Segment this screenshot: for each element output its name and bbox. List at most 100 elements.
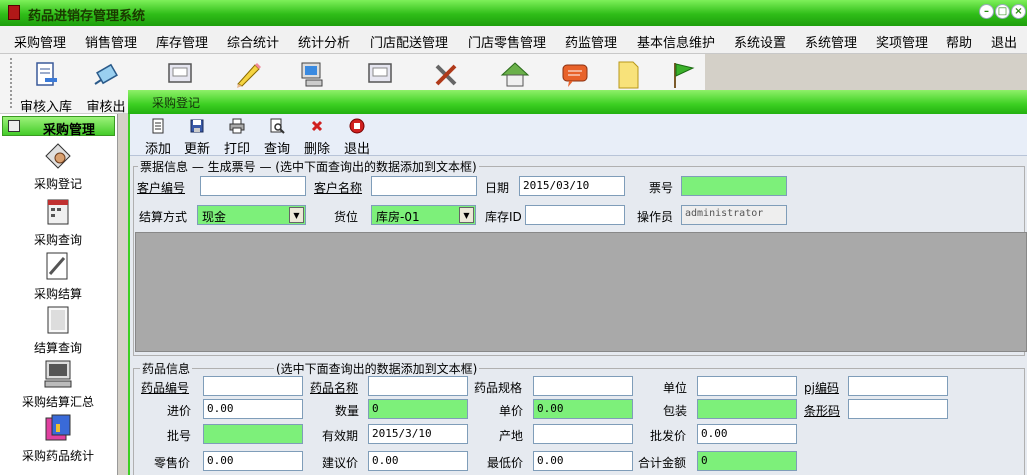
location-select[interactable]: 库房-01 ▼ xyxy=(371,205,476,225)
menu-stats[interactable]: 综合统计 xyxy=(227,32,279,51)
maximize-button[interactable]: □ xyxy=(995,4,1010,19)
drug-spec-field[interactable] xyxy=(533,376,633,396)
date-field[interactable]: 2015/03/10 xyxy=(519,176,625,196)
calendar-icon xyxy=(47,199,69,225)
customer-code-field[interactable] xyxy=(200,176,306,196)
sidebar-header[interactable]: 采购管理 xyxy=(2,116,115,138)
package-label: 包装 xyxy=(663,404,688,418)
sidebar: 采购管理 采购登记 采购查询 采购结算 结算查询 采购结算汇总 采购药品统计 xyxy=(0,114,118,475)
sidebar-item-settle-summary[interactable]: 采购结算汇总 xyxy=(0,358,116,412)
house-icon xyxy=(500,62,530,87)
min-price-field[interactable]: 0.00 xyxy=(533,451,633,471)
stop-icon xyxy=(349,118,365,134)
update-button[interactable]: 更新 xyxy=(177,118,217,157)
pen-paper-icon xyxy=(46,252,68,280)
customer-code-label: 客户编号 xyxy=(137,181,186,195)
wholesale-price-field[interactable]: 0.00 xyxy=(697,424,797,444)
drug-code-field[interactable] xyxy=(203,376,303,396)
minimize-button[interactable]: – xyxy=(979,4,994,19)
menu-system-settings[interactable]: 系统设置 xyxy=(734,32,786,51)
chevron-down-icon[interactable]: ▼ xyxy=(289,207,304,223)
drug-code-label: 药品编号 xyxy=(141,381,190,395)
unit-price-field[interactable]: 0.00 xyxy=(533,399,633,419)
batch-field[interactable] xyxy=(203,424,303,444)
customer-name-field[interactable] xyxy=(371,176,477,196)
settle-method-select[interactable]: 现金 ▼ xyxy=(197,205,306,225)
total-amount-field[interactable]: 0 xyxy=(697,451,797,471)
save-icon xyxy=(190,119,204,133)
menu-awards[interactable]: 奖项管理 xyxy=(876,32,928,51)
menu-store-delivery[interactable]: 门店配送管理 xyxy=(370,32,448,51)
menu-sales[interactable]: 销售管理 xyxy=(85,32,137,51)
package-field[interactable] xyxy=(697,399,797,419)
form-content: 票据信息 — 生成票号 — (选中下面查询出的数据添加到文本框) 客户编号 客户… xyxy=(130,156,1027,475)
expiry-field[interactable]: 2015/3/10 xyxy=(368,424,468,444)
total-amount-label: 合计金额 xyxy=(638,456,687,470)
monitor-icon xyxy=(168,63,192,83)
stock-id-label: 库存ID xyxy=(485,210,522,224)
hand-document-icon xyxy=(45,143,71,169)
print-button[interactable]: 打印 xyxy=(217,118,257,157)
stock-id-field[interactable] xyxy=(525,205,625,225)
subwindow-title: 采购登记 xyxy=(152,96,201,110)
quantity-field[interactable]: 0 xyxy=(368,399,468,419)
chat-bubble-icon xyxy=(562,64,588,87)
add-button[interactable]: 添加 xyxy=(138,118,178,157)
drug-spec-label: 药品规格 xyxy=(474,381,523,395)
data-grid[interactable] xyxy=(135,232,1027,352)
menu-bar: 采购管理 销售管理 库存管理 综合统计 统计分析 门店配送管理 门店零售管理 药… xyxy=(0,26,1027,54)
operator-field: administrator xyxy=(681,205,787,225)
delete-button[interactable]: 删除 xyxy=(297,118,337,157)
pj-code-field[interactable] xyxy=(848,376,948,396)
wrench-icon xyxy=(435,64,457,86)
new-document-icon xyxy=(152,118,164,134)
chevron-down-icon[interactable]: ▼ xyxy=(459,207,474,223)
toolbar-grip xyxy=(10,58,12,108)
expiry-label: 有效期 xyxy=(322,429,359,443)
batch-label: 批号 xyxy=(167,429,192,443)
unit-label: 单位 xyxy=(663,381,688,395)
sidebar-item-purchase-register[interactable]: 采购登记 xyxy=(0,140,116,194)
flag-icon xyxy=(674,63,695,88)
unit-field[interactable] xyxy=(697,376,797,396)
delete-x-icon xyxy=(311,120,323,132)
ticket-no-field[interactable] xyxy=(681,176,787,196)
origin-field[interactable] xyxy=(533,424,633,444)
menu-store-retail[interactable]: 门店零售管理 xyxy=(468,32,546,51)
drug-name-field[interactable] xyxy=(368,376,468,396)
sidebar-item-settle-query[interactable]: 结算查询 xyxy=(0,304,116,358)
audit-outbound-button[interactable]: 审核出 xyxy=(76,58,136,115)
min-price-label: 最低价 xyxy=(487,456,524,470)
settle-method-label: 结算方式 xyxy=(139,210,188,224)
menu-supervision[interactable]: 药监管理 xyxy=(565,32,617,51)
sidebar-item-drug-stats[interactable]: 采购药品统计 xyxy=(0,412,116,466)
document-edit-icon xyxy=(36,62,57,86)
audit-inbound-button[interactable]: 审核入库 xyxy=(16,58,76,115)
sidebar-item-purchase-settle[interactable]: 采购结算 xyxy=(0,250,116,304)
chart-folder-icon xyxy=(45,414,71,441)
exit-button[interactable]: 退出 xyxy=(337,118,377,157)
document-icon xyxy=(47,306,69,334)
sidebar-item-purchase-query[interactable]: 采购查询 xyxy=(0,196,116,250)
menu-help[interactable]: 帮助 xyxy=(946,32,972,51)
menu-inventory[interactable]: 库存管理 xyxy=(156,32,208,51)
origin-label: 产地 xyxy=(499,429,524,443)
close-button[interactable]: × xyxy=(1011,4,1026,19)
in-price-field[interactable]: 0.00 xyxy=(203,399,303,419)
query-button[interactable]: 查询 xyxy=(257,118,297,157)
location-label: 货位 xyxy=(334,210,359,224)
menu-basic-info[interactable]: 基本信息维护 xyxy=(637,32,715,51)
menu-system-admin[interactable]: 系统管理 xyxy=(805,32,857,51)
form-toolbar: 添加 更新 打印 查询 删除 退出 xyxy=(130,114,1027,157)
menu-exit[interactable]: 退出 xyxy=(991,32,1017,51)
barcode-label: 条形码 xyxy=(804,404,841,418)
date-label: 日期 xyxy=(485,181,510,195)
suggested-price-field[interactable]: 0.00 xyxy=(368,451,468,471)
retail-price-field[interactable]: 0.00 xyxy=(203,451,303,471)
menu-analysis[interactable]: 统计分析 xyxy=(298,32,350,51)
subwindow-titlebar: 采购登记 xyxy=(128,90,1027,114)
menu-purchase[interactable]: 采购管理 xyxy=(14,32,66,51)
suggested-price-label: 建议价 xyxy=(322,456,359,470)
barcode-field[interactable] xyxy=(848,399,948,419)
in-price-label: 进价 xyxy=(167,404,192,418)
